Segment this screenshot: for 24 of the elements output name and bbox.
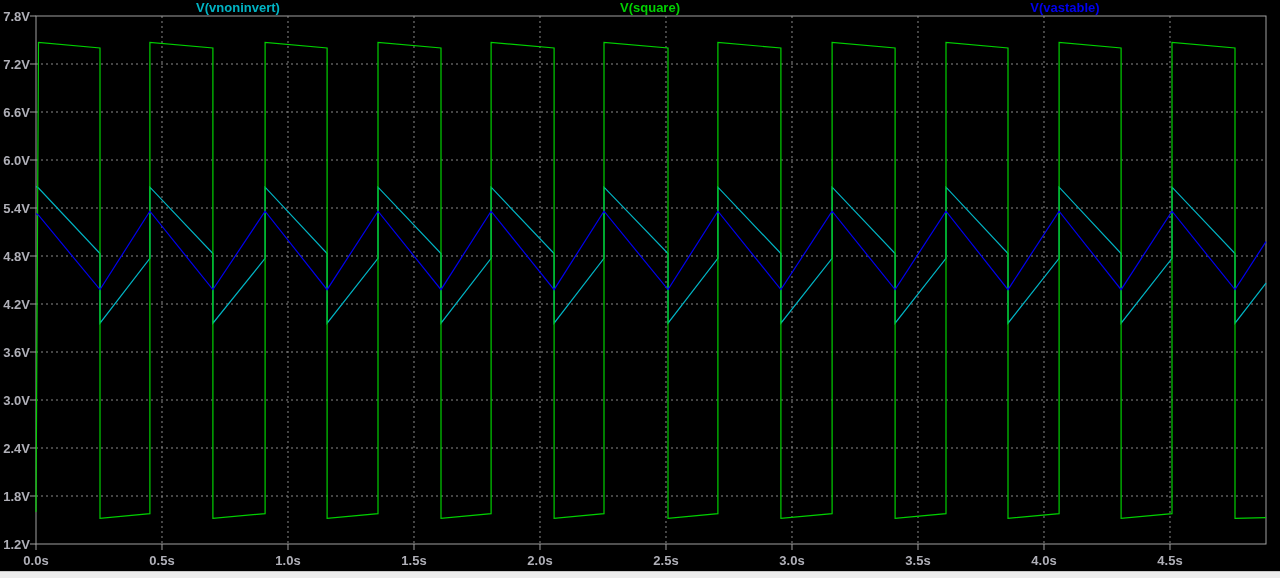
y-tick-label: 3.6V [3, 345, 30, 360]
y-tick-label: 5.4V [3, 201, 30, 216]
x-tick-label: 4.0s [1031, 553, 1057, 568]
x-tick-label: 2.0s [527, 553, 553, 568]
x-tick-label: 0.0s [23, 553, 49, 568]
y-tick-label: 3.0V [3, 393, 30, 408]
trace-label[interactable]: V(vnoninvert) [196, 0, 280, 15]
x-tick-label: 3.5s [905, 553, 931, 568]
x-tick-label: 3.0s [779, 553, 805, 568]
trace-label[interactable]: V(square) [620, 0, 680, 15]
y-tick-label: 7.2V [3, 57, 30, 72]
x-tick-label: 1.5s [401, 553, 427, 568]
y-tick-label: 6.0V [3, 153, 30, 168]
y-tick-label: 7.8V [3, 9, 30, 24]
x-tick-label: 1.0s [275, 553, 301, 568]
y-tick-label: 1.8V [3, 489, 30, 504]
x-tick-label: 0.5s [149, 553, 175, 568]
y-tick-label: 1.2V [3, 537, 30, 552]
y-tick-label: 6.6V [3, 105, 30, 120]
x-tick-label: 4.5s [1157, 553, 1183, 568]
y-tick-label: 4.2V [3, 297, 30, 312]
y-tick-label: 2.4V [3, 441, 30, 456]
x-tick-label: 2.5s [653, 553, 679, 568]
y-tick-label: 4.8V [3, 249, 30, 264]
